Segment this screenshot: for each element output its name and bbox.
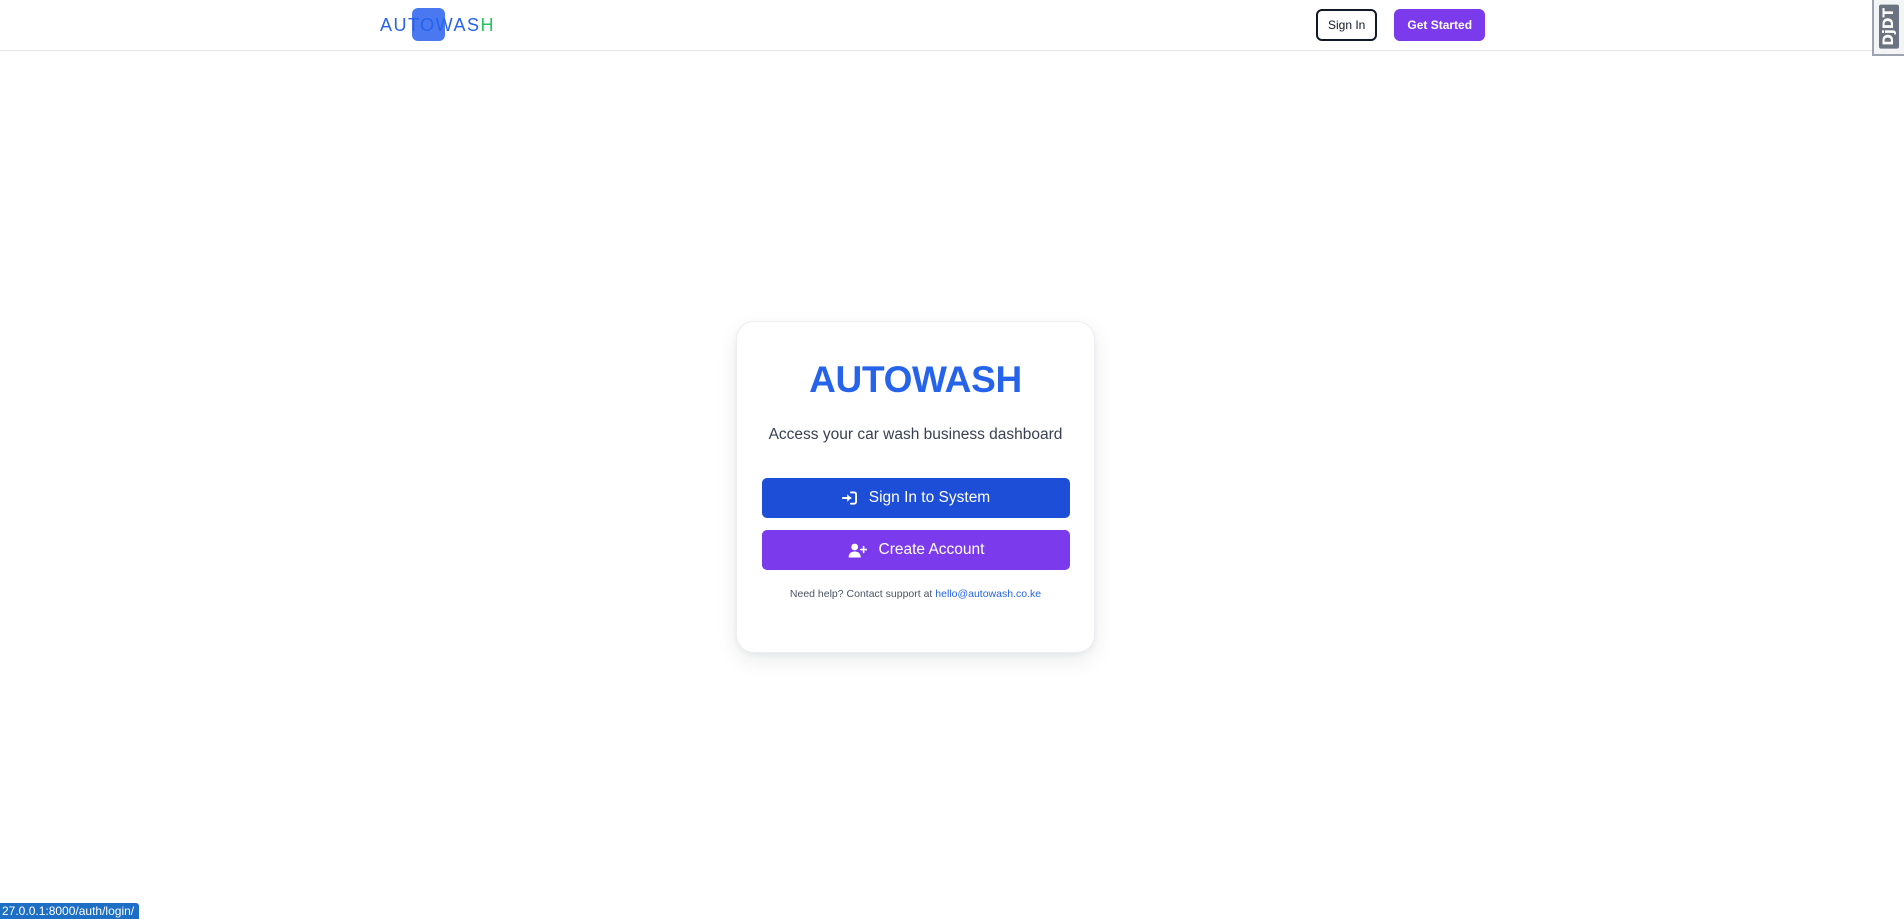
card-title: AUTOWASH — [809, 359, 1022, 400]
create-account-button[interactable]: Create Account — [762, 530, 1070, 570]
user-plus-icon — [848, 543, 867, 558]
header-sign-in-button[interactable]: Sign In — [1316, 9, 1378, 41]
get-started-button[interactable]: Get Started — [1394, 9, 1486, 41]
status-bar-url: 27.0.0.1:8000/auth/login/ — [0, 903, 140, 919]
page: AUTOWAS H Sign In Get Started DjDT AUTOWA… — [0, 0, 1904, 919]
autowash-logo[interactable]: AUTOWAS H — [380, 8, 495, 42]
card-subtitle: Access your car wash business dashboard — [768, 426, 1063, 443]
debug-toolbar-handle[interactable]: DjDT — [1872, 0, 1904, 56]
create-account-label: Create Account — [878, 541, 985, 558]
sign-in-to-system-label: Sign In to System — [868, 489, 991, 506]
top-navigation: AUTOWAS H Sign In Get Started DjDT — [0, 0, 1904, 56]
support-help-label: Need help? Contact support at — [789, 588, 933, 600]
login-card: AUTOWASH Access your car wash business d… — [736, 321, 1095, 653]
logo-text-main: AUTOWAS — [380, 14, 481, 35]
debug-toolbar-label: DjDT — [1879, 5, 1899, 49]
sign-in-arrow-icon — [841, 491, 857, 505]
sign-in-to-system-button[interactable]: Sign In to System — [762, 478, 1070, 518]
support-email-link[interactable]: hello@autowash.co.ke — [935, 588, 1041, 600]
support-help-text: Need help? Contact support at hello@auto… — [737, 588, 1094, 600]
nav-actions: Sign In Get Started — [1316, 9, 1486, 41]
logo-text-accent: H — [480, 14, 496, 35]
